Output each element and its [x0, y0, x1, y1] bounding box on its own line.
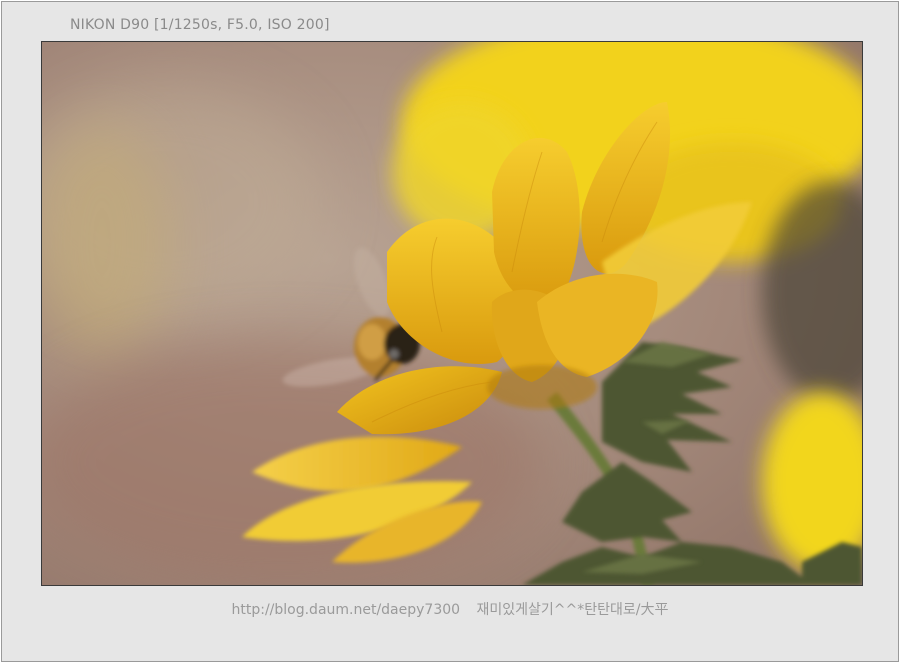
blog-name: 재미있게살기^^*탄탄대로/大平	[476, 602, 669, 618]
exif-info: NIKON D90 [1/1250s, F5.0, ISO 200]	[70, 17, 330, 33]
flower-photo	[41, 41, 863, 586]
blog-caption: http://blog.daum.net/daepy7300 재미있게살기^^*…	[2, 599, 898, 619]
flower-photo-illustration	[42, 42, 862, 585]
photo-frame: NIKON D90 [1/1250s, F5.0, ISO 200] http:…	[1, 1, 899, 662]
blog-url[interactable]: http://blog.daum.net/daepy7300	[231, 602, 460, 618]
